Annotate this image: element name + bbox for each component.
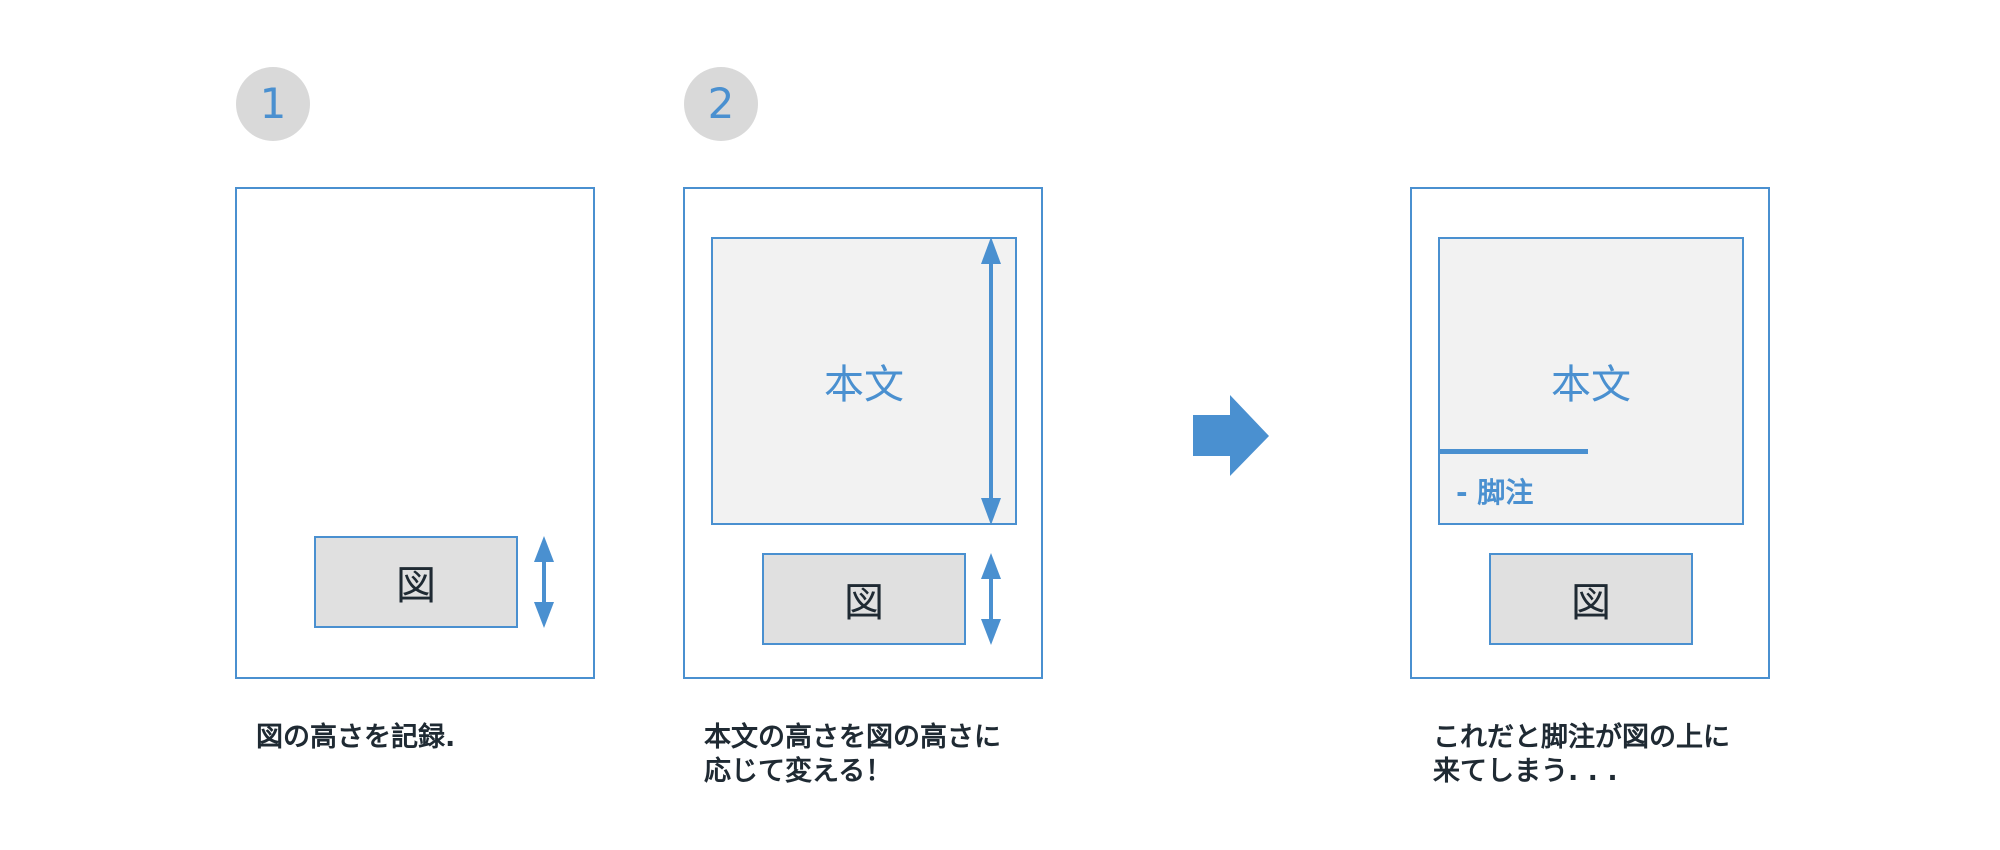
height-arrow-fig-2	[981, 553, 1001, 645]
height-arrow-body-2	[981, 237, 1001, 525]
height-arrow-1	[534, 536, 554, 628]
caption-panel-2: 本文の高さを図の高さに 応じて変える！	[704, 722, 1001, 787]
caption-panel-3: これだと脚注が図の上に 来てしまう. . .	[1433, 722, 1730, 787]
caption-panel-1: 図の高さを記録.	[256, 722, 456, 753]
right-arrow-icon	[1193, 395, 1269, 476]
